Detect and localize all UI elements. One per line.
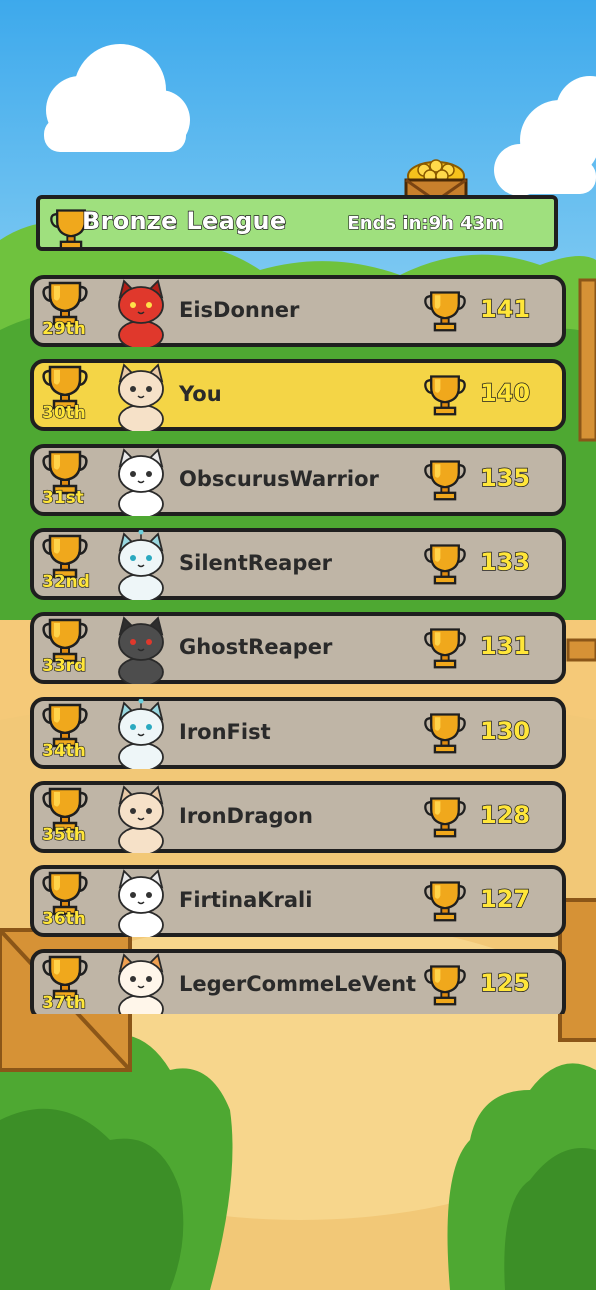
- score-trophy-icon: [424, 712, 466, 753]
- cream-cat-arms-crossed-icon[interactable]: [108, 783, 174, 853]
- rank-label: 29th: [41, 318, 86, 339]
- score-trophy-icon: [424, 459, 466, 500]
- player-name: GhostReaper: [179, 635, 333, 660]
- calico-cat-waving-icon[interactable]: [108, 951, 174, 1014]
- trophy-count: 130: [479, 716, 531, 746]
- trophy-count: 141: [479, 294, 531, 324]
- red-devil-cat-icon[interactable]: [108, 277, 174, 347]
- leaderboard-row[interactable]: 32nd SilentReaper 133: [30, 527, 566, 600]
- rank-label: 34th: [41, 740, 86, 761]
- rank-label: 33rd: [41, 656, 87, 677]
- trophy-count: 131: [479, 631, 531, 661]
- rank-label: 31st: [41, 487, 84, 508]
- trophy-count: 140: [479, 379, 531, 409]
- player-name: LegerCommeLeVent: [179, 972, 417, 997]
- player-name: EisDonner: [179, 298, 300, 322]
- player-name: SilentReaper: [179, 550, 332, 575]
- leaderboard-row[interactable]: 37th LegerCommeLeVent 125: [30, 949, 566, 1014]
- score-trophy-icon: [424, 881, 466, 922]
- cream-cat-arms-crossed-icon[interactable]: [108, 361, 174, 432]
- white-fluffy-cat-icon[interactable]: [108, 446, 174, 516]
- player-name: IronDragon: [179, 803, 313, 828]
- rank-label: 36th: [41, 908, 86, 930]
- rank-label: 30th: [41, 403, 86, 424]
- score-trophy-icon: [424, 375, 466, 416]
- leaderboard-row[interactable]: 31st ObscurusWarrior 135: [30, 443, 566, 516]
- trophy-count: 125: [479, 969, 531, 999]
- score-trophy-icon: [424, 628, 466, 669]
- score-trophy-icon: [424, 291, 466, 332]
- trophy-count: 133: [479, 547, 531, 577]
- dark-gray-cat-icon[interactable]: [108, 614, 174, 685]
- leaderboard-list[interactable]: 29th EisDonner 141 30th You 140 31st Obs…: [0, 0, 596, 1014]
- white-fluffy-cat-icon[interactable]: [108, 867, 174, 938]
- player-name: You: [179, 382, 222, 407]
- rank-label: 35th: [41, 824, 86, 845]
- robot-cat-icon[interactable]: [108, 698, 174, 769]
- rank-label: 37th: [41, 993, 86, 1014]
- robot-cat-icon[interactable]: [108, 529, 174, 600]
- trophy-count: 127: [479, 884, 531, 914]
- score-trophy-icon: [424, 965, 466, 1006]
- player-name: FirtinaKrali: [179, 888, 313, 913]
- trophy-count: 135: [479, 463, 531, 493]
- leaderboard-row[interactable]: 29th EisDonner 141: [30, 275, 566, 347]
- leaderboard-row-me[interactable]: 30th You 140: [30, 359, 566, 432]
- leaderboard-row[interactable]: 34th IronFist 130: [30, 696, 566, 769]
- leaderboard-row[interactable]: 35th IronDragon 128: [30, 780, 566, 853]
- leaderboard-row[interactable]: 36th FirtinaKrali 127: [30, 865, 566, 938]
- score-trophy-icon: [424, 797, 466, 838]
- player-name: ObscurusWarrior: [179, 466, 379, 491]
- player-name: IronFist: [179, 719, 271, 744]
- trophy-count: 128: [479, 800, 531, 830]
- score-trophy-icon: [424, 544, 466, 585]
- rank-label: 32nd: [41, 571, 90, 592]
- leaderboard-row[interactable]: 33rd GhostReaper 131: [30, 612, 566, 685]
